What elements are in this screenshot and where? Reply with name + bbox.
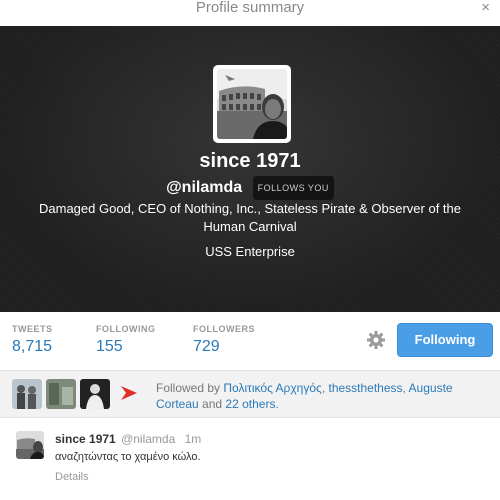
modal-header: Profile summary ×: [0, 0, 500, 26]
profile-location: USS Enterprise: [205, 244, 295, 259]
handle-row: @nilamda FOLLOWS YOU: [0, 176, 500, 200]
settings-button[interactable]: [366, 330, 386, 350]
stat-tweets[interactable]: TWEETS 8,715: [12, 324, 53, 356]
follower-link[interactable]: Πολιτικός Αρχηγός: [223, 381, 321, 395]
tweet-details-link[interactable]: Details: [55, 471, 89, 483]
arrow-icon: [121, 386, 137, 400]
others-link[interactable]: 22 others: [225, 397, 275, 411]
follower-avatar[interactable]: [80, 379, 110, 409]
suffix: .: [275, 397, 279, 411]
followed-by-prefix: Followed by: [156, 381, 221, 395]
follower-link[interactable]: thessthethess: [328, 381, 402, 395]
following-button[interactable]: Following: [397, 323, 493, 357]
followed-by-text: Followed by Πολιτικός Αρχηγός, thessthet…: [156, 380, 496, 412]
stat-value: 729: [193, 338, 220, 355]
gear-icon: [367, 331, 385, 349]
tweet-text: αναζητώντας το χαμένο κώλο.: [55, 451, 201, 463]
tweet-item[interactable]: since 1971 @nilamda 1m αναζητώντας το χα…: [0, 420, 500, 500]
profile-header: since 1971 @nilamda FOLLOWS YOU Damaged …: [0, 26, 500, 312]
follower-avatar[interactable]: [12, 379, 42, 409]
tweet-timestamp[interactable]: 1m: [185, 432, 202, 446]
modal-title: Profile summary: [195, 0, 305, 16]
stat-following[interactable]: FOLLOWING 155: [96, 324, 156, 356]
follows-you-badge: FOLLOWS YOU: [252, 176, 334, 200]
tweet-author-handle[interactable]: @nilamda: [121, 432, 175, 446]
stat-label: TWEETS: [12, 324, 53, 334]
profile-bio: Damaged Good, CEO of Nothing, Inc., Stat…: [39, 201, 461, 234]
tweet-author-name[interactable]: since 1971: [55, 432, 116, 446]
and-text: and: [198, 397, 226, 411]
stat-value: 155: [96, 338, 123, 355]
screen-name[interactable]: @nilamda: [166, 179, 242, 196]
stat-followers[interactable]: FOLLOWERS 729: [193, 324, 255, 356]
followed-by-section: Followed by Πολιτικός Αρχηγός, thessthet…: [0, 370, 500, 418]
stat-label: FOLLOWING: [96, 324, 156, 334]
profile-avatar[interactable]: [213, 65, 291, 143]
avatar-image: [217, 69, 287, 139]
display-name: since 1971: [199, 150, 301, 172]
follower-avatar[interactable]: [46, 379, 76, 409]
tweet-avatar[interactable]: [16, 431, 44, 459]
close-button[interactable]: ×: [481, 0, 490, 16]
tweet-header: since 1971 @nilamda 1m: [55, 432, 201, 446]
stat-value: 8,715: [12, 338, 53, 355]
stat-label: FOLLOWERS: [193, 324, 255, 334]
